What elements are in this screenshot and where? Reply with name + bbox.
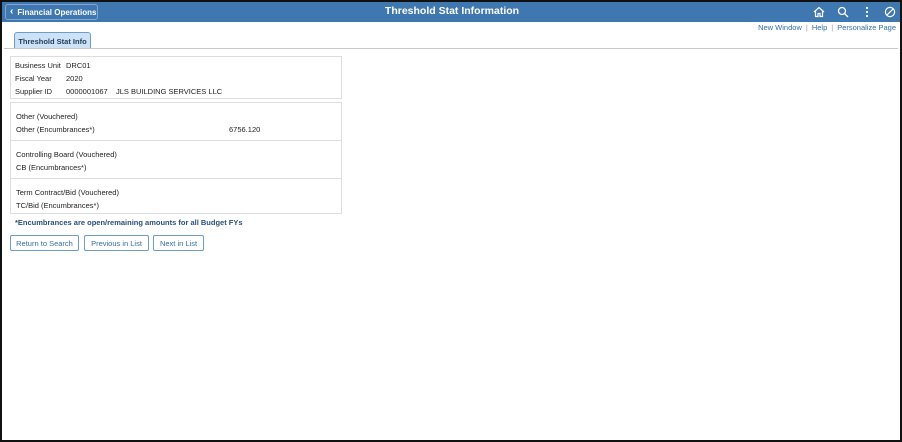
- supplier-id-value: 0000001067: [66, 87, 108, 96]
- supplier-name: JLS BUILDING SERVICES LLC: [116, 87, 223, 96]
- page-title: Threshold Stat Information: [384, 5, 520, 17]
- tc-vouchered-label: Term Contract/Bid (Vouchered): [16, 188, 119, 197]
- home-icon[interactable]: [811, 4, 827, 20]
- encumbrances-note-text: *Encumbrances are open/remaining amounts…: [15, 218, 243, 227]
- navbar-icon[interactable]: [882, 4, 898, 20]
- business-unit-label: Business Unit: [15, 61, 61, 70]
- key-fields-panel: Business Unit DRC01 Fiscal Year 2020 Sup…: [10, 56, 342, 99]
- personalize-page-link[interactable]: Personalize Page: [837, 23, 896, 32]
- tab-divider: [4, 48, 898, 49]
- return-to-search-button[interactable]: Return to Search: [10, 235, 79, 251]
- threshold-stats-panel: Other (Vouchered) Other (Encumbrances*) …: [10, 102, 342, 214]
- more-options-icon[interactable]: [859, 4, 875, 20]
- encumbrances-note: *Encumbrances are open/remaining amounts…: [15, 218, 243, 227]
- other-encumbrances-label: Other (Encumbrances*): [16, 125, 95, 134]
- app-window: ‹ Financial Operations Threshold Stat In…: [0, 0, 902, 442]
- new-window-link[interactable]: New Window: [758, 23, 802, 32]
- previous-in-list-button[interactable]: Previous in List: [84, 235, 149, 251]
- tab-threshold-stat-info[interactable]: Threshold Stat Info: [14, 32, 91, 49]
- supplier-id-label: Supplier ID: [15, 87, 53, 96]
- section-divider: [11, 140, 341, 141]
- link-separator: |: [805, 23, 808, 32]
- header-bar: ‹ Financial Operations Threshold Stat In…: [2, 2, 900, 22]
- cb-vouchered-label: Controlling Board (Vouchered): [16, 150, 117, 159]
- other-vouchered-label: Other (Vouchered): [16, 112, 78, 121]
- section-divider: [11, 178, 341, 179]
- next-in-list-button[interactable]: Next in List: [153, 235, 204, 251]
- help-link[interactable]: Help: [812, 23, 827, 32]
- fiscal-year-label: Fiscal Year: [15, 74, 52, 83]
- chevron-left-icon: ‹: [10, 6, 14, 17]
- fiscal-year-value: 2020: [66, 74, 83, 83]
- search-icon[interactable]: [835, 4, 851, 20]
- page-links: New Window | Help | Personalize Page: [758, 23, 896, 32]
- link-separator: |: [831, 23, 834, 32]
- tc-encumbrances-label: TC/Bid (Encumbrances*): [16, 201, 99, 210]
- other-encumbrances-value: 6756.120: [229, 125, 261, 134]
- back-button-label: Financial Operations: [17, 7, 97, 17]
- business-unit-value: DRC01: [66, 61, 91, 70]
- back-button[interactable]: ‹ Financial Operations: [5, 4, 98, 20]
- cb-encumbrances-label: CB (Encumbrances*): [16, 163, 87, 172]
